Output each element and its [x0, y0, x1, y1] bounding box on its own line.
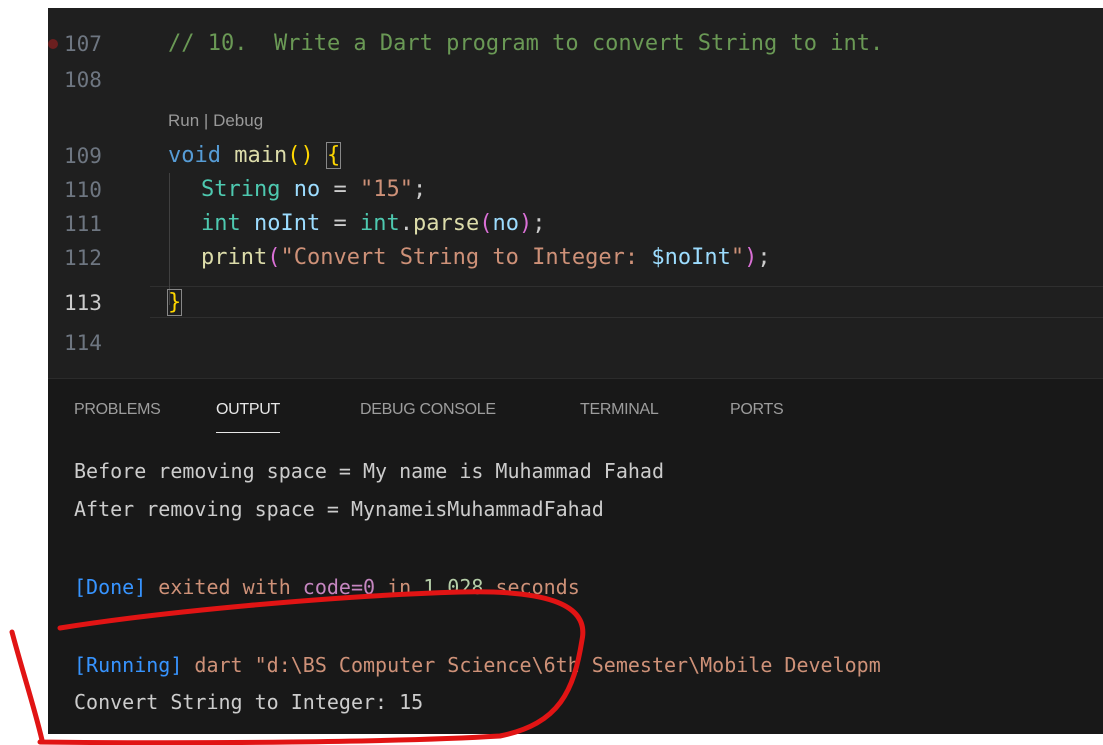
code-line-107[interactable]: 107 // 10. Write a Dart program to conve…	[48, 27, 1103, 61]
assign-op: =	[320, 211, 360, 236]
interpolation: $noInt	[651, 245, 731, 270]
line-number: 111	[64, 212, 102, 236]
lparen: (	[479, 211, 493, 236]
running-command: dart "d:\BS Computer Science\6th Semeste…	[182, 653, 881, 677]
code-text: void main() {	[168, 139, 342, 173]
function-main: main	[234, 143, 288, 168]
codelens-debug-link[interactable]: Debug	[213, 111, 263, 130]
class-int: int	[359, 211, 400, 236]
done-tag: [Done]	[74, 575, 147, 599]
parens: ()	[287, 143, 314, 168]
var-noint: noInt	[254, 211, 321, 236]
line-number: 107	[64, 32, 102, 56]
bottom-panel: PROBLEMS OUTPUT DEBUG CONSOLE TERMINAL P…	[48, 378, 1103, 734]
line-number: 114	[64, 331, 102, 355]
line-number: 112	[64, 246, 102, 270]
comment-text: // 10. Write a Dart program to convert S…	[168, 31, 884, 56]
var-no: no	[293, 177, 321, 202]
type-int: int	[201, 211, 241, 236]
exit-code: code=0	[302, 575, 376, 599]
code-line-114[interactable]: 114	[48, 326, 1103, 360]
seconds-value: 1.028	[423, 575, 484, 599]
tab-terminal[interactable]: TERMINAL	[580, 401, 659, 419]
line-number: 110	[64, 178, 102, 202]
lparen: (	[267, 245, 281, 270]
code-editor[interactable]: 107 // 10. Write a Dart program to conve…	[48, 8, 1103, 376]
code-text: int noInt = int.parse(no);	[201, 207, 545, 241]
output-line-result: Convert String to Integer: 15	[74, 690, 424, 714]
output-line-done: [Done] exited with code=0 in 1.028 secon…	[74, 571, 580, 604]
done-text: exited with	[146, 575, 303, 599]
line-number: 113	[64, 291, 102, 315]
semicolon: ;	[757, 245, 771, 270]
tab-output[interactable]: OUTPUT	[216, 401, 280, 433]
running-tag: [Running]	[74, 653, 183, 677]
open-brace: {	[325, 142, 342, 169]
code-text: }	[166, 286, 183, 320]
function-print: print	[201, 245, 268, 270]
arg-no: no	[492, 211, 519, 236]
vscode-window: 107 // 10. Write a Dart program to conve…	[48, 8, 1103, 734]
print-string: "Convert String to Integer:	[280, 245, 652, 270]
code-line-110[interactable]: 110 String no = "15";	[48, 173, 1103, 207]
string-literal: "15"	[359, 177, 413, 202]
rparen: )	[518, 211, 533, 236]
code-line-113[interactable]: 113 }	[48, 286, 1103, 320]
tab-problems[interactable]: PROBLEMS	[74, 401, 161, 419]
type-string: String	[201, 177, 281, 202]
close-quote: "	[730, 245, 745, 270]
code-line-111[interactable]: 111 int noInt = int.parse(no);	[48, 207, 1103, 241]
line-number: 108	[64, 68, 102, 92]
codelens: Run | Debug	[168, 110, 263, 132]
code-text: print("Convert String to Integer: $noInt…	[201, 241, 771, 275]
output-line: After removing space = MynameisMuhammadF…	[74, 497, 604, 521]
code-line-109[interactable]: 109 void main() {	[48, 139, 1103, 173]
code-text: String no = "15";	[201, 173, 426, 207]
dot: .	[399, 211, 413, 236]
code-line-108[interactable]: 108	[48, 63, 1103, 97]
output-line: Before removing space = My name is Muham…	[74, 459, 665, 483]
tab-ports[interactable]: PORTS	[730, 401, 784, 419]
function-parse: parse	[412, 211, 480, 236]
close-brace: }	[166, 289, 183, 316]
tab-debug-console[interactable]: DEBUG CONSOLE	[360, 401, 496, 419]
seconds-text: seconds	[483, 575, 580, 599]
rparen: )	[744, 245, 758, 270]
line-number: 109	[64, 144, 102, 168]
codelens-separator: |	[199, 111, 214, 130]
codelens-run-link[interactable]: Run	[168, 111, 199, 130]
semicolon: ;	[412, 177, 427, 202]
in-text: in	[375, 575, 424, 599]
output-line-running: [Running] dart "d:\BS Computer Science\6…	[74, 649, 881, 682]
code-line-112[interactable]: 112 print("Convert String to Integer: $n…	[48, 241, 1103, 275]
semicolon: ;	[532, 211, 546, 236]
assign-op: =	[320, 177, 360, 202]
keyword-void: void	[168, 143, 221, 168]
